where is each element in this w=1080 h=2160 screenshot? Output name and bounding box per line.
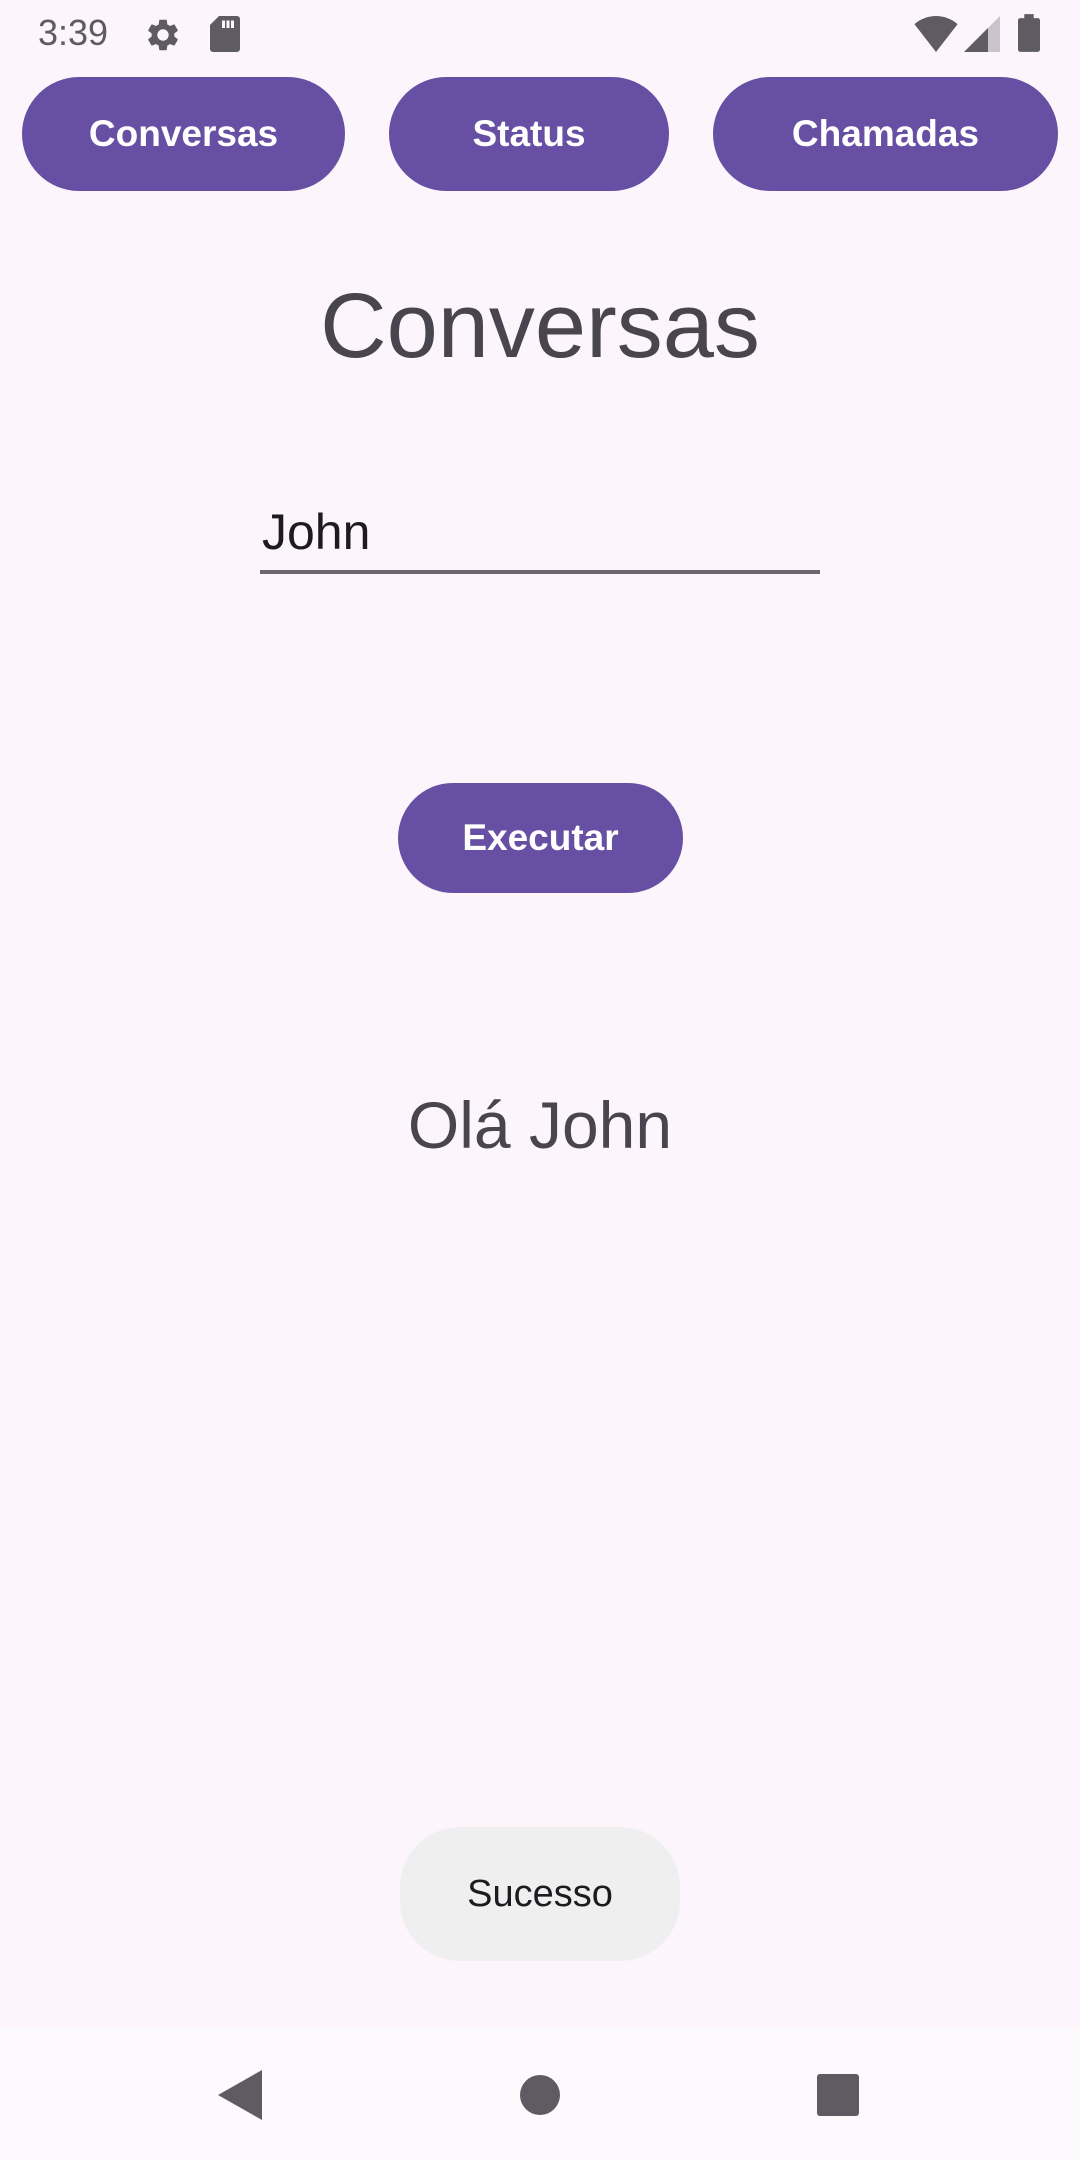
status-button[interactable]: Status — [389, 77, 669, 191]
recents-icon[interactable] — [817, 2074, 859, 2116]
navigation-bar — [0, 2028, 1080, 2160]
toast-message: Sucesso — [400, 1827, 680, 1961]
greeting-result: Olá John — [407, 1088, 673, 1162]
sd-card-icon — [210, 16, 240, 52]
battery-icon — [1018, 14, 1040, 52]
chamadas-button[interactable]: Chamadas — [713, 77, 1058, 191]
execute-button[interactable]: Executar — [398, 783, 683, 893]
home-icon[interactable] — [519, 2074, 561, 2116]
page-title: Conversas — [320, 275, 760, 377]
back-icon[interactable] — [218, 2070, 262, 2120]
wifi-icon — [914, 16, 958, 52]
conversas-button[interactable]: Conversas — [22, 77, 345, 191]
status-bar: 3:39 — [0, 0, 1080, 66]
status-time: 3:39 — [38, 12, 109, 53]
name-input[interactable] — [260, 494, 820, 574]
signal-icon — [964, 16, 1000, 52]
gear-icon — [148, 19, 178, 51]
